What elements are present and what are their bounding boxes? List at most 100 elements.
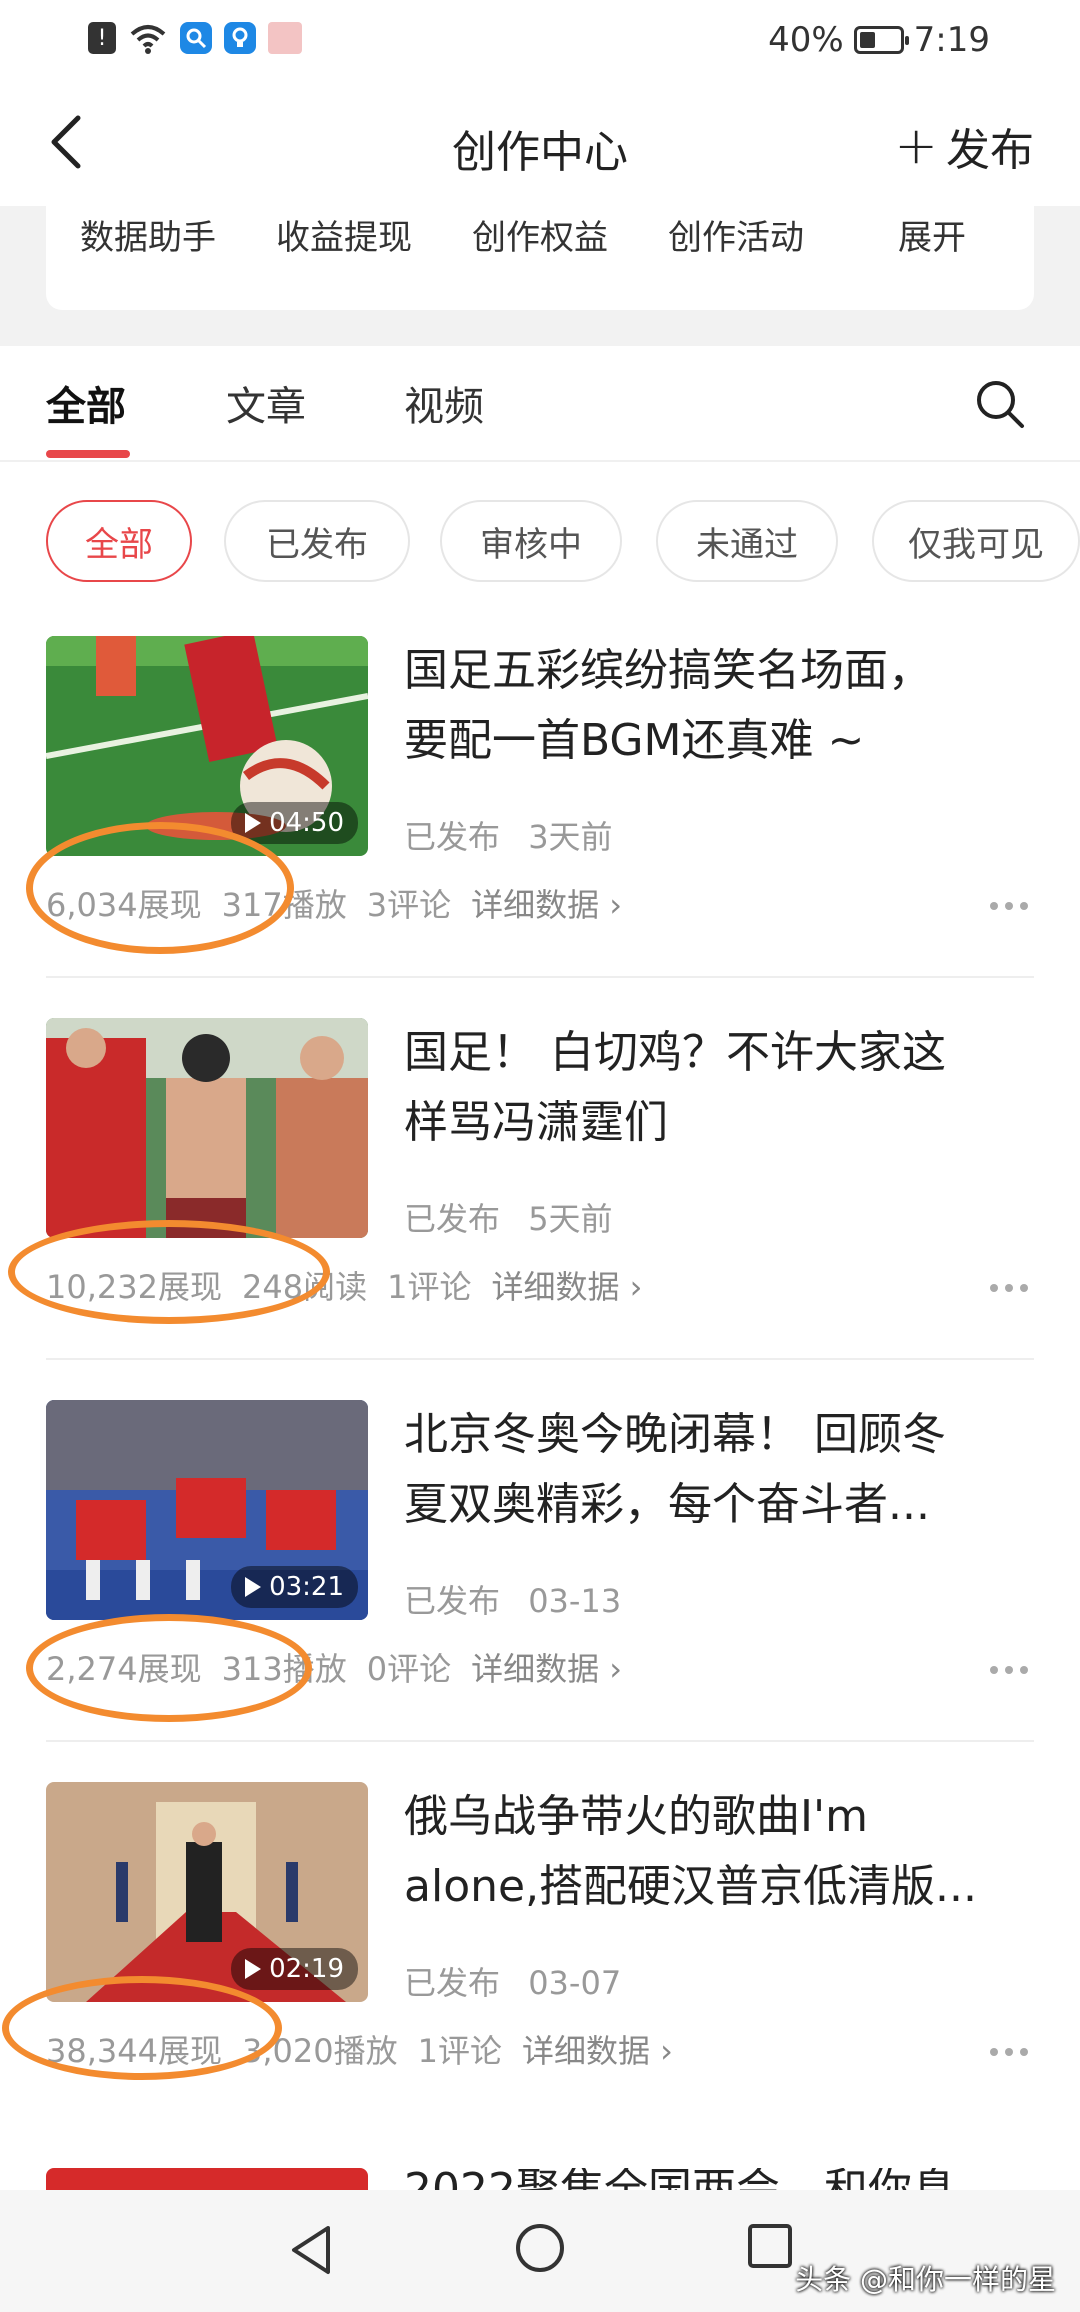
lightbulb-app-icon <box>224 22 256 54</box>
title-line: alone,搭配硬汉普京低清版... <box>404 1861 978 1912</box>
status-bar: ! 40% 7:19 <box>0 0 1080 82</box>
title-line: 要配一首BGM还真难 ~ <box>404 715 865 766</box>
item-meta: 已发布 03-07 <box>404 1958 639 2004</box>
title-line: 国足！ 白切鸡？不许大家这 <box>404 1027 946 1078</box>
publish-status: 已发布 <box>404 818 501 856</box>
duration-badge: 03:21 <box>231 1566 358 1608</box>
battery-fill <box>859 32 875 48</box>
nav-home-icon[interactable] <box>514 2222 566 2274</box>
list-item[interactable]: 04:50 国足五彩缤纷搞笑名场面， 要配一首BGM还真难 ~ 已发布 3天前 … <box>0 636 1080 1018</box>
duration-text: 02:19 <box>269 1954 344 1984</box>
duration-text: 04:50 <box>269 808 344 838</box>
title-line: 国足五彩缤纷搞笑名场面， <box>404 645 932 696</box>
detail-data-link[interactable]: 详细数据 › <box>491 1262 642 1308</box>
comments-count: 1评论 <box>387 1268 472 1306</box>
video-thumbnail-partial[interactable] <box>46 2168 368 2190</box>
tab-articles[interactable]: 文章 <box>226 374 306 432</box>
play-icon <box>245 1577 262 1597</box>
item-title[interactable]: 俄乌战争带火的歌曲I'm alone,搭配硬汉普京低清版... <box>404 1782 1036 1922</box>
tool-earnings-withdraw[interactable]: 收益提现 <box>276 210 412 259</box>
item-title[interactable]: 国足！ 白切鸡？不许大家这 样骂冯潇霆们 <box>404 1018 1036 1158</box>
detail-data-link[interactable]: 详细数据 › <box>471 880 622 926</box>
play-icon <box>245 813 262 833</box>
title-line: 北京冬奥今晚闭幕！ 回顾冬 <box>404 1409 946 1460</box>
item-title-partial[interactable]: 2022聚焦全国两会，和你息 <box>404 2168 956 2190</box>
duration-text: 03:21 <box>269 1572 344 1602</box>
comments-count: 1评论 <box>417 2032 502 2070</box>
list-item[interactable]: 03:21 北京冬奥今晚闭幕！ 回顾冬 夏双奥精彩，每个奋斗者... 已发布 0… <box>0 1400 1080 1782</box>
gift-app-icon <box>268 22 302 54</box>
publish-status: 已发布 <box>404 1200 501 1238</box>
filter-published[interactable]: 已发布 <box>224 500 410 582</box>
publish-status: 已发布 <box>404 1582 501 1620</box>
list-item[interactable]: 02:19 俄乌战争带火的歌曲I'm alone,搭配硬汉普京低清版... 已发… <box>0 1782 1080 2164</box>
play-icon <box>245 1959 262 1979</box>
item-title[interactable]: 北京冬奥今晚闭幕！ 回顾冬 夏双奥精彩，每个奋斗者... <box>404 1400 1036 1540</box>
battery-icon <box>853 26 909 54</box>
comments-count: 0评论 <box>366 1650 452 1688</box>
detail-data-link[interactable]: 详细数据 › <box>471 1644 622 1690</box>
publish-time: 03-13 <box>528 1582 622 1620</box>
video-thumbnail[interactable]: 04:50 <box>46 636 368 856</box>
more-icon[interactable] <box>988 900 1030 912</box>
status-icons: ! <box>88 22 302 54</box>
content-tabs: 全部 文章 视频 <box>0 346 1080 462</box>
filter-all[interactable]: 全部 <box>46 500 192 582</box>
more-icon[interactable] <box>988 1664 1030 1676</box>
filter-reviewing[interactable]: 审核中 <box>440 500 622 582</box>
plus-icon: + <box>894 116 938 176</box>
detail-data-link[interactable]: 详细数据 › <box>522 2026 673 2072</box>
tool-data-assistant[interactable]: 数据助手 <box>80 210 216 259</box>
item-meta: 已发布 5天前 <box>404 1194 631 1240</box>
tab-all[interactable]: 全部 <box>46 374 126 432</box>
watermark: 头条 @和你一样的星 <box>795 2263 1056 2296</box>
filter-rejected[interactable]: 未通过 <box>656 500 838 582</box>
system-navigation-bar: 头条 @和你一样的星 <box>0 2190 1080 2312</box>
tab-active-indicator <box>46 450 130 458</box>
publish-status: 已发布 <box>404 1964 501 2002</box>
search-icon[interactable] <box>972 376 1028 432</box>
tool-creator-events[interactable]: 创作活动 <box>668 210 804 259</box>
duration-badge: 04:50 <box>231 802 358 844</box>
battery-percent: 40% <box>768 20 844 60</box>
filter-private[interactable]: 仅我可见 <box>872 500 1080 582</box>
publish-time: 3天前 <box>528 818 613 856</box>
duration-badge: 02:19 <box>231 1948 358 1990</box>
item-meta: 已发布 3天前 <box>404 812 631 858</box>
divider <box>46 976 1034 978</box>
search-app-icon <box>180 22 212 54</box>
alert-icon: ! <box>88 22 116 54</box>
tab-videos[interactable]: 视频 <box>404 374 484 432</box>
tools-card: 数据助手 收益提现 创作权益 创作活动 展开 <box>46 206 1034 310</box>
title-line: 俄乌战争带火的歌曲I'm <box>404 1791 868 1842</box>
clock: 7:19 <box>913 20 990 60</box>
title-line: 夏双奥精彩，每个奋斗者... <box>404 1479 930 1530</box>
publish-button[interactable]: + 发布 <box>894 114 1034 178</box>
nav-bar: 创作中心 + 发布 <box>0 82 1080 206</box>
more-icon[interactable] <box>988 2046 1030 2058</box>
annotation-circle <box>2 1976 282 2080</box>
item-meta: 已发布 03-13 <box>404 1576 639 1622</box>
video-thumbnail[interactable]: 03:21 <box>46 1400 368 1620</box>
list-item[interactable]: 国足！ 白切鸡？不许大家这 样骂冯潇霆们 已发布 5天前 10,232展现 24… <box>0 1018 1080 1400</box>
video-thumbnail[interactable]: 02:19 <box>46 1782 368 2002</box>
nav-recents-icon[interactable] <box>746 2222 794 2270</box>
annotation-circle <box>8 1220 330 1324</box>
publish-time: 5天前 <box>528 1200 613 1238</box>
status-right: 40% 7:19 <box>768 20 990 60</box>
annotation-circle <box>26 822 294 954</box>
video-thumbnail[interactable] <box>46 1018 368 1238</box>
item-title[interactable]: 国足五彩缤纷搞笑名场面， 要配一首BGM还真难 ~ <box>404 636 1036 776</box>
comments-count: 3评论 <box>366 886 452 924</box>
status-filters: 全部 已发布 审核中 未通过 仅我可见 <box>0 500 1080 590</box>
tool-expand[interactable]: 展开 <box>898 210 966 259</box>
more-icon[interactable] <box>988 1282 1030 1294</box>
title-line: 样骂冯潇霆们 <box>404 1097 668 1148</box>
publish-time: 03-07 <box>528 1964 622 2002</box>
annotation-circle <box>26 1614 312 1722</box>
divider <box>46 1358 1034 1360</box>
nav-back-icon[interactable] <box>286 2222 336 2278</box>
divider <box>46 1740 1034 1742</box>
tool-creator-rights[interactable]: 创作权益 <box>472 210 608 259</box>
wifi-icon <box>130 25 166 54</box>
